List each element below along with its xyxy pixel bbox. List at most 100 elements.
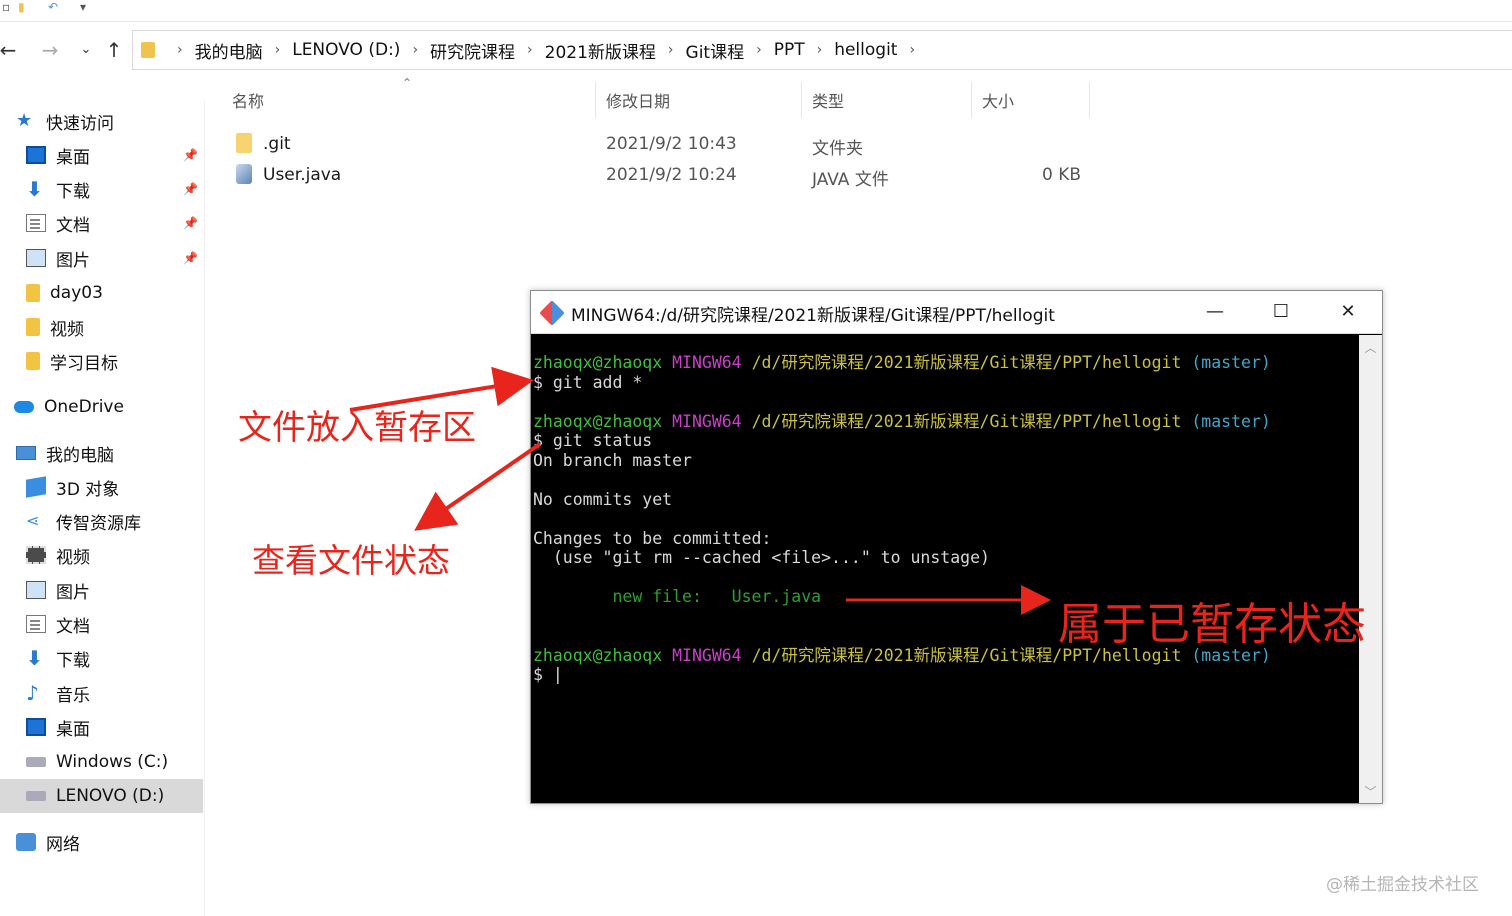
sidebar-label: 文档: [56, 215, 90, 236]
breadcrumb-item[interactable]: LENOVO (D:): [292, 40, 400, 60]
terminal-output-line: No commits yet: [533, 490, 673, 509]
sidebar-item-library[interactable]: ⋖ 传智资源库: [26, 505, 141, 537]
pin-icon[interactable]: 📌: [183, 251, 198, 265]
sidebar-label: 下载: [56, 181, 90, 202]
sidebar-onedrive[interactable]: OneDrive: [14, 391, 124, 423]
column-label: 大小: [982, 92, 1015, 111]
sidebar-item-pictures[interactable]: 图片: [26, 242, 90, 274]
sidebar-item-3d-objects[interactable]: 3D 对象: [26, 471, 119, 503]
sidebar-item-downloads[interactable]: ⬇ 下载: [26, 173, 90, 205]
chevron-down-icon[interactable]: ⌄: [74, 36, 98, 64]
folder-icon: [26, 352, 40, 370]
terminal-scrollbar[interactable]: ︿ ﹀: [1359, 335, 1382, 803]
document-icon: [26, 615, 46, 633]
sidebar-item-videos[interactable]: 视频: [26, 311, 84, 343]
new-folder-icon[interactable]: ▮: [18, 0, 25, 14]
breadcrumb-item[interactable]: 2021新版课程: [545, 38, 656, 63]
terminal-command: $ git add *: [533, 373, 643, 392]
breadcrumb-item[interactable]: 我的电脑: [195, 38, 263, 63]
sidebar-item-day03[interactable]: day03: [26, 277, 103, 309]
close-button[interactable]: ✕: [1326, 297, 1370, 327]
column-header-name[interactable]: 名称: [224, 82, 596, 118]
sidebar-label: 学习目标: [50, 353, 118, 374]
git-logo-icon: [539, 300, 565, 326]
arrow-right-icon[interactable]: →: [38, 36, 62, 64]
sidebar-label: 文档: [56, 616, 90, 637]
breadcrumb-item[interactable]: PPT: [774, 40, 805, 60]
prompt-user: zhaoqx@zhaoqx: [533, 412, 663, 431]
sidebar-quick-access[interactable]: ★ 快速访问: [16, 105, 114, 137]
folder-icon: [26, 284, 40, 302]
sidebar-item-pc-documents[interactable]: 文档: [26, 608, 90, 640]
chevron-right-icon[interactable]: ›: [668, 42, 674, 58]
share-icon: ⋖: [26, 511, 40, 530]
chevron-right-icon[interactable]: ›: [527, 42, 533, 58]
sidebar-network[interactable]: 网络: [16, 826, 80, 858]
java-file-icon: [236, 164, 252, 184]
arrow-up-icon[interactable]: ↑: [102, 36, 126, 64]
undo-icon[interactable]: ↶: [48, 0, 58, 14]
column-header-type[interactable]: 类型: [804, 82, 972, 118]
minimize-button[interactable]: —: [1193, 297, 1237, 327]
scroll-up-icon[interactable]: ︿: [1359, 339, 1382, 356]
sidebar-this-pc[interactable]: 我的电脑: [16, 437, 114, 469]
sidebar-label: 桌面: [56, 147, 90, 168]
sidebar-label: 桌面: [56, 719, 90, 740]
sidebar-item-documents[interactable]: 文档: [26, 207, 90, 239]
chevron-right-icon[interactable]: ›: [275, 42, 281, 58]
desktop-icon: [26, 718, 46, 736]
terminal-cursor-line[interactable]: $ |: [533, 665, 563, 685]
pin-icon[interactable]: 📌: [183, 148, 198, 162]
sidebar-item-pc-pictures[interactable]: 图片: [26, 574, 90, 606]
sidebar-label: 视频: [56, 547, 90, 568]
file-row[interactable]: .git 2021/9/2 10:43 文件夹: [230, 129, 1090, 159]
folder-icon: [236, 133, 252, 153]
prompt-env: MINGW64: [672, 412, 742, 431]
arrow-left-icon[interactable]: ←: [0, 36, 20, 64]
properties-icon[interactable]: ▫: [2, 0, 10, 14]
file-row[interactable]: User.java 2021/9/2 10:24 JAVA 文件 0 KB: [230, 160, 1090, 190]
chevron-right-icon[interactable]: ›: [756, 42, 762, 58]
maximize-button[interactable]: ☐: [1259, 297, 1303, 327]
sidebar-label: day03: [50, 283, 103, 303]
cube-icon: [26, 476, 46, 498]
sidebar-item-drive-d[interactable]: LENOVO (D:): [0, 779, 203, 813]
scroll-down-icon[interactable]: ﹀: [1359, 783, 1382, 800]
sidebar-label: 下载: [56, 650, 90, 671]
breadcrumb-item[interactable]: Git课程: [686, 38, 745, 63]
terminal-command: $ git status: [533, 431, 653, 450]
sidebar-item-pc-videos[interactable]: 视频: [26, 539, 90, 571]
chevron-right-icon[interactable]: ›: [817, 42, 823, 58]
drive-icon: [26, 757, 46, 767]
breadcrumb-item[interactable]: hellogit: [834, 40, 897, 60]
terminal-output[interactable]: zhaoqx@zhaoqx MINGW64 /d/研究院课程/2021新版课程/…: [531, 335, 1359, 803]
terminal-output-line: Changes to be committed:: [533, 529, 772, 548]
prompt-branch: (master): [1191, 353, 1271, 372]
computer-icon: [16, 446, 36, 460]
sidebar-item-desktop[interactable]: 桌面: [26, 139, 90, 171]
prompt-env: MINGW64: [672, 646, 742, 665]
chevron-right-icon[interactable]: ›: [177, 42, 183, 58]
pin-icon[interactable]: 📌: [183, 182, 198, 196]
sidebar-item-drive-c[interactable]: Windows (C:): [26, 746, 168, 778]
address-row: ← → ⌄ ↑ › 我的电脑 › LENOVO (D:) › 研究院课程 › 2…: [0, 28, 1512, 72]
arrow-to-git-status: [414, 442, 542, 531]
film-icon: [26, 546, 46, 564]
breadcrumb-item[interactable]: 研究院课程: [430, 38, 515, 63]
sidebar-label: 图片: [56, 582, 90, 603]
column-header-size[interactable]: 大小: [974, 82, 1090, 118]
sidebar-label: 传智资源库: [56, 513, 141, 534]
terminal-title-bar[interactable]: MINGW64:/d/研究院课程/2021新版课程/Git课程/PPT/hell…: [531, 291, 1382, 334]
address-bar[interactable]: › 我的电脑 › LENOVO (D:) › 研究院课程 › 2021新版课程 …: [132, 30, 1512, 70]
terminal-window[interactable]: MINGW64:/d/研究院课程/2021新版课程/Git课程/PPT/hell…: [530, 290, 1383, 804]
customize-toolbar-icon[interactable]: ▾: [80, 0, 86, 14]
column-header-modified[interactable]: 修改日期: [598, 82, 802, 118]
sidebar-item-pc-downloads[interactable]: ⬇ 下载: [26, 642, 90, 674]
sidebar-item-music[interactable]: ♪ 音乐: [26, 677, 90, 709]
chevron-right-icon[interactable]: ›: [909, 42, 915, 58]
file-name: .git: [263, 134, 291, 154]
sidebar-item-goals[interactable]: 学习目标: [26, 345, 118, 377]
sidebar-item-pc-desktop[interactable]: 桌面: [26, 711, 90, 743]
chevron-right-icon[interactable]: ›: [412, 42, 418, 58]
pin-icon[interactable]: 📌: [183, 216, 198, 230]
